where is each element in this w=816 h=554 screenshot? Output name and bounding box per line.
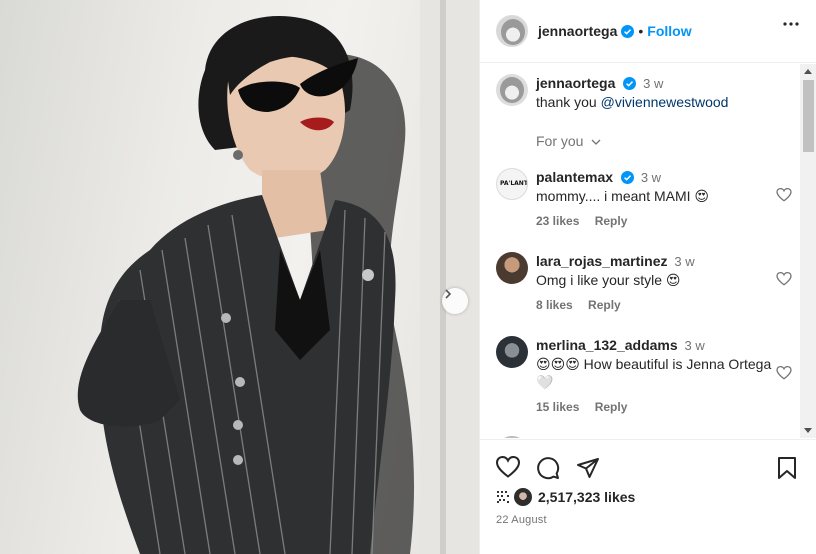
chevron-down-icon (591, 139, 601, 145)
comments-scrollbar[interactable] (800, 64, 816, 438)
scroll-up-arrow[interactable] (804, 69, 812, 74)
comment-username[interactable]: merlina_132_addams (536, 337, 678, 353)
caption-text: thank you (536, 94, 601, 110)
scroll-down-arrow[interactable] (804, 428, 812, 433)
comments-list[interactable]: jennaortega 3 w thank you @viviennewestw… (480, 64, 800, 438)
reply-button[interactable]: Reply (595, 214, 628, 228)
comment-meta: 23 likes Reply (536, 214, 639, 228)
caption-time: 3 w (643, 76, 664, 91)
caption-mention[interactable]: @viviennewestwood (601, 94, 729, 110)
comment-item: lara_rojas_martinez 3 w Omg i like your … (496, 252, 792, 312)
comment-icon[interactable] (536, 456, 560, 480)
comment-username[interactable]: palantemax (536, 169, 613, 185)
post-date: 22 August (496, 514, 547, 526)
comment-item: PA'LANTE palantemax 3 w mommy.... i mean… (496, 168, 792, 228)
post-header: jennaortega • Follow (480, 0, 816, 63)
liker-avatar[interactable] (514, 488, 532, 506)
portrait-image (77, 0, 479, 554)
more-options-icon[interactable] (783, 22, 799, 26)
comment-avatar[interactable]: PA'LANTE (496, 168, 528, 200)
comment-time: 3 w (684, 338, 705, 353)
share-icon[interactable] (576, 456, 600, 480)
for-you-label: For you (536, 133, 584, 149)
follow-button[interactable]: Follow (647, 23, 691, 39)
verified-badge-icon (623, 77, 637, 90)
comment-avatar[interactable] (496, 336, 528, 368)
comment-avatar[interactable] (496, 252, 528, 284)
comment-time: 3 w (674, 254, 695, 269)
comment-text: Omg i like your style 😍 (536, 272, 681, 288)
author-username[interactable]: jennaortega (538, 23, 617, 39)
reply-button[interactable]: Reply (595, 400, 628, 414)
bookmark-icon[interactable] (777, 456, 797, 480)
chevron-right-icon (445, 289, 452, 299)
for-you-toggle[interactable]: For you (536, 133, 601, 149)
post-side-panel: jennaortega • Follow jennaortega 3 w tha… (479, 0, 816, 554)
separator-dot: • (638, 23, 644, 39)
comment-likes[interactable]: 23 likes (536, 214, 579, 228)
comment-text: mommy.... i meant MAMI 😍 (536, 188, 710, 204)
comment-text: 😍😍😍 How beautiful is Jenna Ortega 🤍 (536, 356, 772, 390)
qr-icon (496, 490, 510, 504)
comment-avatar[interactable] (496, 436, 528, 438)
scrollbar-thumb[interactable] (803, 80, 814, 152)
caption-avatar[interactable] (496, 74, 528, 106)
next-photo-button[interactable] (442, 288, 468, 314)
caption-username[interactable]: jennaortega (536, 75, 615, 91)
likes-count[interactable]: 2,517,323 likes (538, 489, 635, 505)
heart-icon[interactable] (776, 366, 792, 380)
comment-likes[interactable]: 15 likes (536, 400, 579, 414)
comment-likes[interactable]: 8 likes (536, 298, 573, 312)
verified-badge-icon (620, 171, 634, 184)
comment-meta: 15 likes Reply (536, 400, 639, 414)
verified-badge-icon (621, 24, 635, 38)
post-actions: 2,517,323 likes 22 August (480, 439, 816, 554)
comment-time: 3 w (640, 170, 662, 185)
heart-icon[interactable] (496, 456, 520, 478)
heart-icon[interactable] (776, 188, 792, 202)
author-avatar[interactable] (496, 15, 528, 47)
likes-row: 2,517,323 likes (496, 488, 635, 506)
reply-button[interactable]: Reply (588, 298, 621, 312)
comment-meta: 8 likes Reply (536, 298, 633, 312)
post-photo (0, 0, 479, 554)
comment-item: merlina_132_addams 3 w 😍😍😍 How beautiful… (496, 336, 792, 416)
comment-username[interactable]: lara_rojas_martinez (536, 253, 668, 269)
heart-icon[interactable] (776, 272, 792, 286)
